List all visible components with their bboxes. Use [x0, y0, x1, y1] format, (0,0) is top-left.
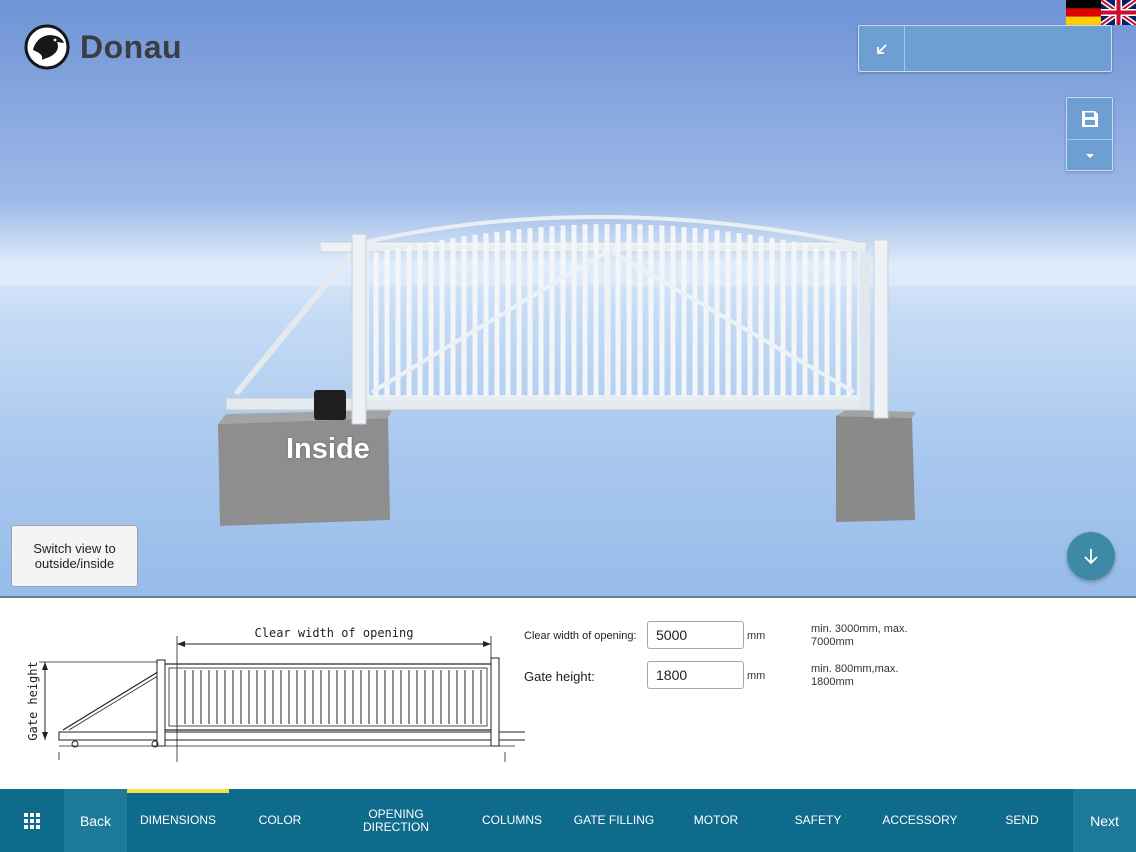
- step-safety[interactable]: SAFETY: [767, 789, 869, 852]
- save-controls: [1066, 97, 1113, 171]
- step-motor[interactable]: MOTOR: [665, 789, 767, 852]
- scroll-down-button[interactable]: [1067, 532, 1115, 580]
- gate-height-label: Gate height:: [524, 669, 595, 684]
- save-button[interactable]: [1067, 98, 1112, 140]
- eagle-logo-icon: [24, 24, 70, 70]
- gate-height-unit: mm: [747, 670, 766, 682]
- gate-3d-viewer[interactable]: Donau Inside Switch view to outside/insi…: [0, 0, 1136, 596]
- menu-grid-button[interactable]: [0, 789, 64, 852]
- caret-down-icon: [1085, 153, 1094, 158]
- width-dimension-label: Clear width of opening: [255, 626, 414, 640]
- language-switcher: [1066, 0, 1136, 25]
- gate-height-input[interactable]: [647, 661, 744, 689]
- gate-height-limits: min. 800mm,max. 1800mm: [811, 663, 899, 688]
- collapse-panel-button[interactable]: [859, 26, 905, 71]
- view-side-label: Inside: [286, 433, 370, 465]
- wizard-navigation: Back DIMENSIONS COLOR OPENING DIRECTION …: [0, 789, 1136, 852]
- step-dimensions[interactable]: DIMENSIONS: [127, 789, 229, 852]
- clear-width-limits: min. 3000mm, max. 7000mm: [811, 623, 908, 648]
- step-accessory[interactable]: ACCESSORY: [869, 789, 971, 852]
- brand-name: Donau: [80, 28, 183, 65]
- viewer-divider: [0, 596, 1136, 598]
- brand-logo: Donau: [24, 24, 182, 70]
- switch-view-button[interactable]: Switch view to outside/inside: [11, 525, 138, 587]
- info-panel: [858, 25, 1112, 72]
- step-opening-direction[interactable]: OPENING DIRECTION: [331, 789, 461, 852]
- info-panel-body: [905, 26, 1111, 71]
- step-send[interactable]: SEND: [971, 789, 1073, 852]
- next-button[interactable]: Next: [1073, 789, 1136, 852]
- arrow-down-icon: [1084, 549, 1098, 565]
- floppy-disk-icon: [1081, 110, 1098, 127]
- step-columns[interactable]: COLUMNS: [461, 789, 563, 852]
- arrow-down-left-icon: [876, 43, 887, 54]
- grid-icon: [24, 812, 40, 829]
- dimensions-form: Clear width of opening: mm min. 3000mm, …: [524, 612, 1124, 782]
- clear-width-input[interactable]: [647, 621, 744, 649]
- clear-width-label: Clear width of opening:: [524, 630, 637, 642]
- save-options-dropdown[interactable]: [1067, 140, 1112, 171]
- german-flag-icon[interactable]: [1066, 0, 1101, 25]
- step-color[interactable]: COLOR: [229, 789, 331, 852]
- clear-width-unit: mm: [747, 630, 766, 642]
- gate-3d-scene: [0, 214, 1136, 526]
- uk-flag-icon[interactable]: [1101, 0, 1136, 25]
- height-dimension-label: Gate height: [26, 661, 40, 740]
- gate-dimension-drawing: Clear width of opening Gate height: [26, 626, 525, 762]
- back-button[interactable]: Back: [64, 789, 127, 852]
- step-gate-filling[interactable]: GATE FILLING: [563, 789, 665, 852]
